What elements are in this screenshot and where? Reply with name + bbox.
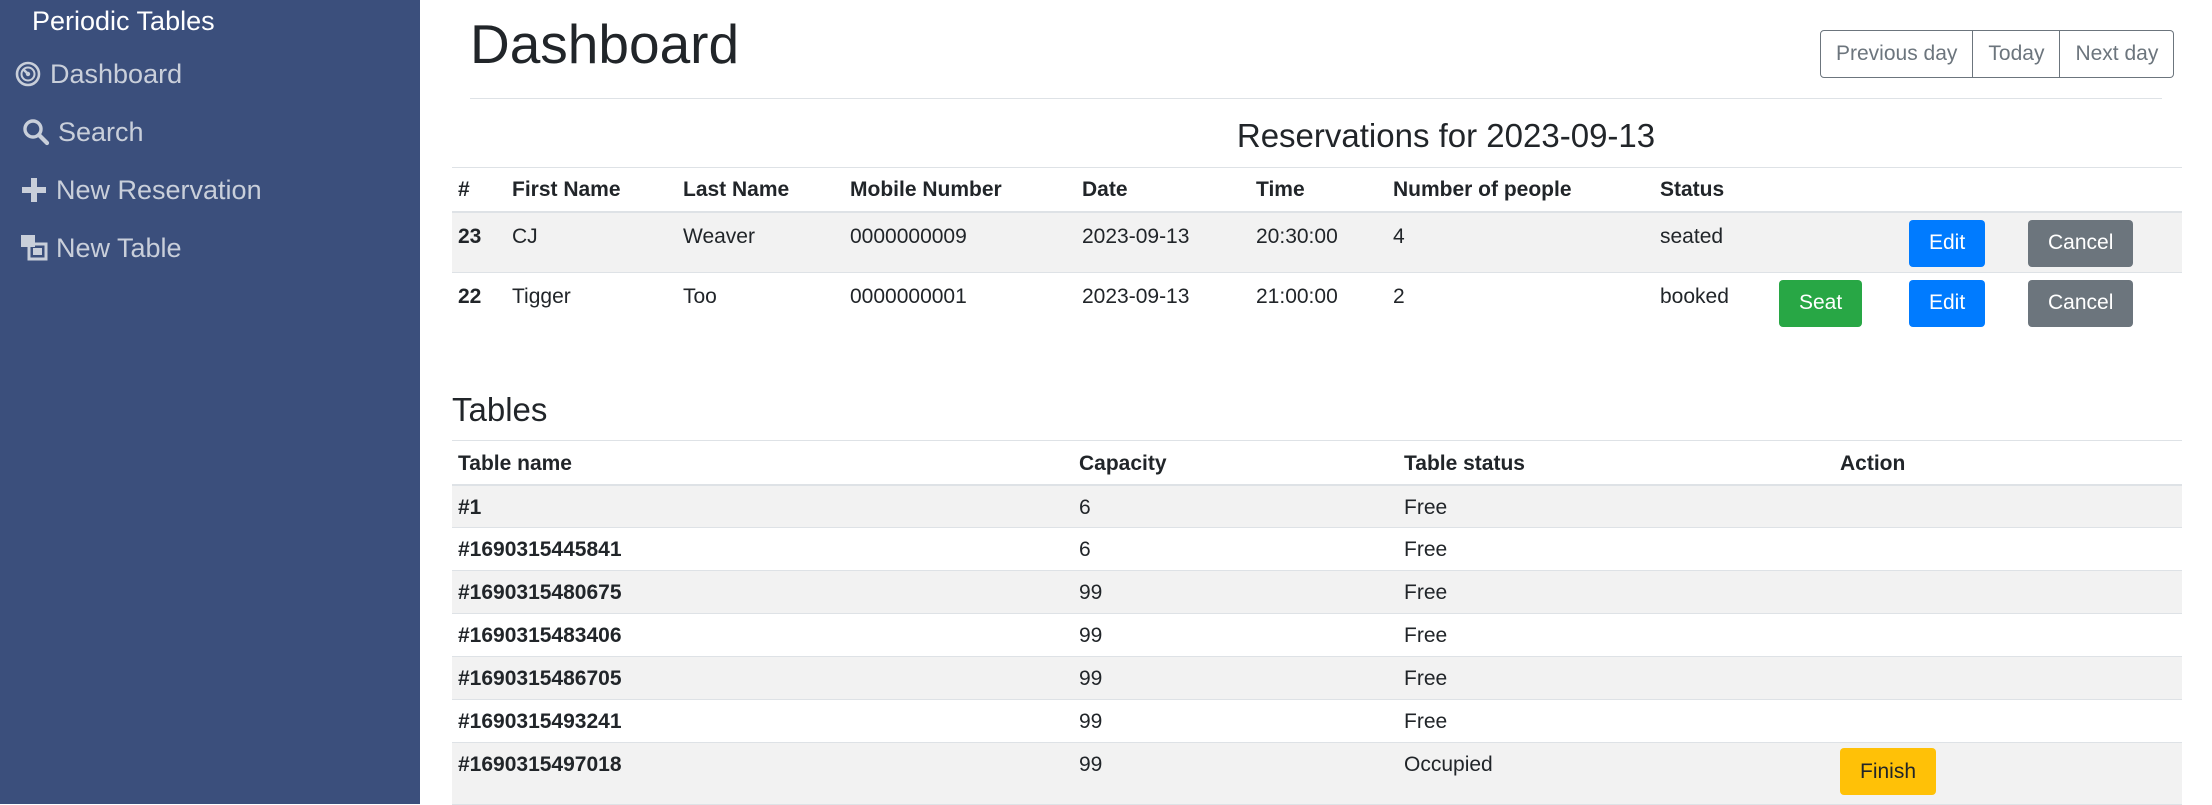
column-header: First Name <box>506 167 677 213</box>
brand-title[interactable]: Periodic Tables <box>32 6 215 37</box>
main-content: Dashboard Previous day Today Next day Re… <box>420 0 2212 805</box>
table-capacity: 6 <box>1079 538 1091 561</box>
sidebar-item-label: New Table <box>56 232 182 263</box>
finish-button[interactable]: Finish <box>1840 748 1937 795</box>
reservation-time: 20:30:00 <box>1256 224 1338 248</box>
column-header: Date <box>1076 167 1250 213</box>
dashboard-icon <box>12 58 44 90</box>
seat-button[interactable]: Seat <box>1779 279 1863 327</box>
table-name: #1 <box>458 495 482 519</box>
cancel-button[interactable]: Cancel <box>2028 279 2134 327</box>
table-capacity: 99 <box>1079 710 1103 733</box>
next-day-button[interactable]: Next day <box>2060 30 2175 78</box>
search-icon <box>20 116 52 148</box>
last-name: Weaver <box>683 224 755 248</box>
table-row: #1690315493241 99 Free <box>452 699 2182 743</box>
mobile-number: 0000000001 <box>850 284 967 308</box>
reservation-date: 2023-09-13 <box>1082 224 1190 248</box>
table-row: #1690315497018 99 Occupied Finish <box>452 742 2182 805</box>
table-name: #1690315483406 <box>458 624 622 647</box>
column-header: # <box>452 167 506 213</box>
table-icon <box>18 232 50 264</box>
sidebar: Periodic Tables Dashboard Search New Res… <box>0 0 420 804</box>
table-row: #1 6 Free <box>452 484 2182 528</box>
header-divider <box>470 98 2162 99</box>
edit-button[interactable]: Edit <box>1909 219 1986 267</box>
today-button[interactable]: Today <box>1973 30 2061 78</box>
reservation-status: booked <box>1660 284 1729 308</box>
column-header: Last Name <box>677 167 844 213</box>
mobile-number: 0000000009 <box>850 224 967 248</box>
first-name: CJ <box>512 224 538 248</box>
sidebar-item-label: New Reservation <box>56 174 262 205</box>
column-header: Table status <box>1398 440 1834 486</box>
last-name: Too <box>683 284 717 308</box>
edit-button[interactable]: Edit <box>1909 279 1986 327</box>
reservation-id: 22 <box>458 284 482 308</box>
table-name: #1690315486705 <box>458 667 622 690</box>
day-navigation: Previous day Today Next day <box>1820 30 2175 78</box>
plus-icon <box>18 174 50 206</box>
table-status: Free <box>1404 667 1448 690</box>
table-name: #1690315445841 <box>458 538 622 561</box>
table-header-row: Table name Capacity Table status Action <box>452 440 2182 486</box>
table-row: 22 Tigger Too 0000000001 2023-09-13 21:0… <box>452 272 2182 332</box>
table-status: Occupied <box>1404 753 1493 776</box>
first-name: Tigger <box>512 284 571 308</box>
table-row: 23 CJ Weaver 0000000009 2023-09-13 20:30… <box>452 211 2182 272</box>
table-capacity: 6 <box>1079 495 1091 519</box>
sidebar-item-dashboard[interactable]: Dashboard <box>12 58 182 90</box>
column-header: Number of people <box>1387 167 1654 213</box>
table-capacity: 99 <box>1079 624 1103 647</box>
column-header: Mobile Number <box>844 167 1076 213</box>
table-row: #1690315483406 99 Free <box>452 613 2182 657</box>
reservations-table: # First Name Last Name Mobile Number Dat… <box>452 167 2182 332</box>
people-count: 2 <box>1393 284 1405 308</box>
table-status: Free <box>1404 538 1448 561</box>
tables-title: Tables <box>452 391 548 428</box>
reservation-time: 21:00:00 <box>1256 284 1338 308</box>
sidebar-item-search[interactable]: Search <box>12 116 144 148</box>
reservation-date: 2023-09-13 <box>1082 284 1190 308</box>
table-row: #1690315480675 99 Free <box>452 570 2182 614</box>
column-header: Table name <box>452 440 1073 486</box>
previous-day-button[interactable]: Previous day <box>1820 30 1974 78</box>
table-status: Free <box>1404 495 1448 519</box>
table-status: Free <box>1404 710 1448 733</box>
column-header: Action <box>1834 440 2182 486</box>
sidebar-item-label: Dashboard <box>50 58 183 89</box>
people-count: 4 <box>1393 224 1405 248</box>
sidebar-item-label: Search <box>58 116 144 147</box>
cancel-button[interactable]: Cancel <box>2028 219 2134 267</box>
reservation-status: seated <box>1660 224 1724 248</box>
page-title: Dashboard <box>470 13 740 75</box>
table-capacity: 99 <box>1079 667 1103 690</box>
column-header: Capacity <box>1073 440 1398 486</box>
column-header: Status <box>1654 167 1773 213</box>
reservations-title: Reservations for 2023-09-13 <box>1236 117 1656 154</box>
table-capacity: 99 <box>1079 753 1103 776</box>
sidebar-item-new-reservation[interactable]: New Reservation <box>12 174 262 206</box>
column-header: Time <box>1250 167 1387 213</box>
table-header-row: # First Name Last Name Mobile Number Dat… <box>452 167 2182 213</box>
table-row: #1690315445841 6 Free <box>452 527 2182 571</box>
table-row: #1690315486705 99 Free <box>452 656 2182 700</box>
table-status: Free <box>1404 581 1448 604</box>
table-name: #1690315493241 <box>458 710 622 733</box>
table-capacity: 99 <box>1079 581 1103 604</box>
table-status: Free <box>1404 624 1448 647</box>
table-name: #1690315480675 <box>458 581 622 604</box>
tables-table: Table name Capacity Table status Action … <box>452 440 2182 805</box>
sidebar-item-new-table[interactable]: New Table <box>12 232 182 264</box>
reservation-id: 23 <box>458 224 482 248</box>
table-name: #1690315497018 <box>458 753 622 776</box>
